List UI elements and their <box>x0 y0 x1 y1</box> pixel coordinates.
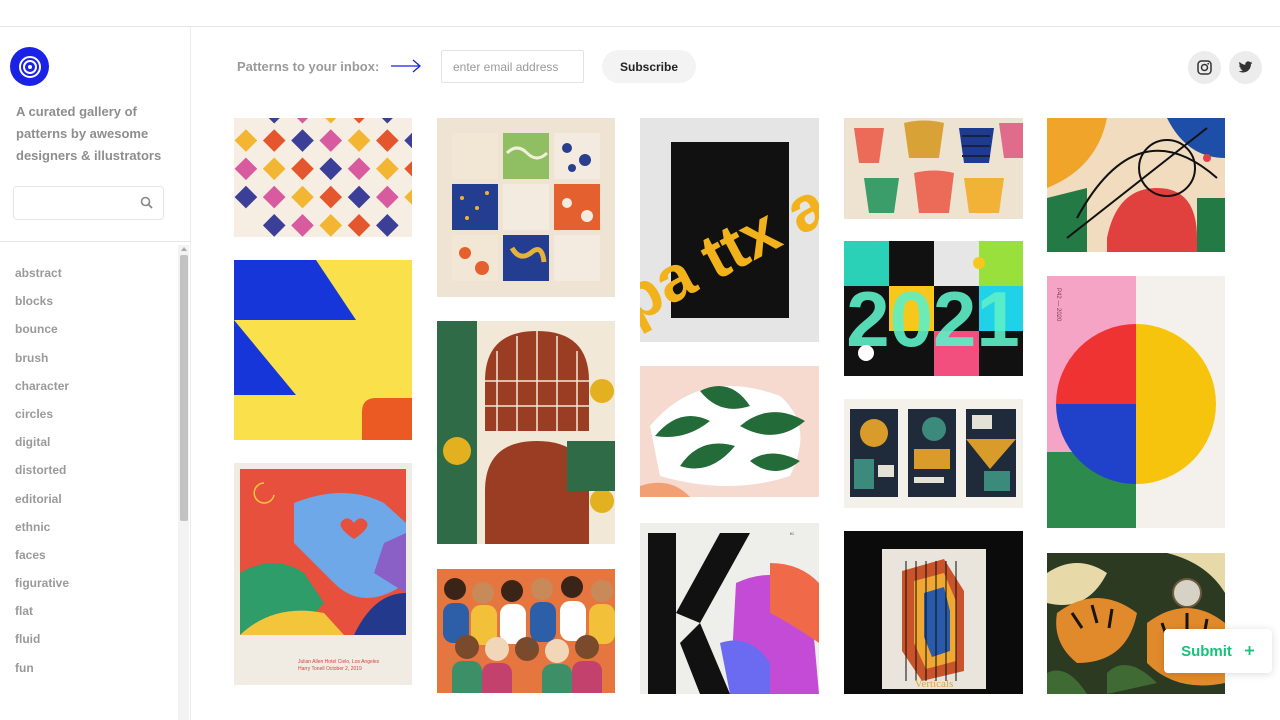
scrollbar-thumb[interactable] <box>180 255 188 521</box>
tag-circles[interactable]: circles <box>15 407 69 435</box>
poster-k-label: Kl <box>790 531 794 536</box>
logo[interactable] <box>10 47 49 86</box>
search-icon[interactable] <box>140 196 153 214</box>
search-input[interactable] <box>22 193 132 213</box>
spiral-icon <box>18 55 41 78</box>
email-field[interactable] <box>441 50 584 83</box>
tag-bounce[interactable]: bounce <box>15 322 69 350</box>
submit-button[interactable]: Submit <box>1164 629 1272 673</box>
tag-abstract[interactable]: abstract <box>15 266 69 294</box>
tag-fun[interactable]: fun <box>15 661 69 689</box>
poster-tile-typography[interactable]: pa ttx ae <box>640 118 819 342</box>
poster-verticals-title: Verticals <box>915 678 953 690</box>
tag-digital[interactable]: digital <box>15 435 69 463</box>
poster-caption-right: Harry Tonell October 2, 2019 <box>298 666 362 672</box>
pattern-tile-yellow-blue[interactable] <box>234 260 412 440</box>
instagram-icon[interactable] <box>1188 51 1221 84</box>
poster-tile-k[interactable]: Kl <box>640 523 819 694</box>
tag-distorted[interactable]: distorted <box>15 463 69 491</box>
tag-faces[interactable]: faces <box>15 548 69 576</box>
tag-character[interactable]: character <box>15 379 69 407</box>
tag-flat[interactable]: flat <box>15 604 69 632</box>
pattern-tile-arches[interactable] <box>437 321 615 544</box>
scroll-up-arrow-icon[interactable] <box>181 247 187 251</box>
pattern-tile-geometric-blocks[interactable] <box>844 399 1023 508</box>
pattern-tile-diamonds[interactable] <box>234 118 412 237</box>
poster-tile-2021[interactable]: 2021 <box>844 241 1023 376</box>
arrow-right-icon <box>390 58 422 79</box>
illustration-tile-crowd[interactable] <box>437 569 615 693</box>
subscribe-button[interactable]: Subscribe <box>602 50 696 83</box>
top-bar <box>0 0 1280 27</box>
pattern-tile-swatches[interactable] <box>437 118 615 297</box>
submit-label: Submit <box>1181 642 1232 660</box>
pattern-tile-leaves[interactable] <box>640 366 819 497</box>
tag-blocks[interactable]: blocks <box>15 294 69 322</box>
pattern-tile-pots[interactable] <box>844 118 1023 219</box>
site-tagline: A curated gallery of patterns by awesome… <box>16 104 162 163</box>
tag-list: abstract blocks bounce brush character c… <box>15 266 69 689</box>
twitter-icon[interactable] <box>1229 51 1262 84</box>
poster-caption-left: Julian Allen Hotel Cielo, Los Angeles <box>298 659 380 665</box>
poster-tile-verticals[interactable]: Verticals <box>844 531 1023 694</box>
tag-editorial[interactable]: editorial <box>15 492 69 520</box>
poster-side-label: P42 — 2020 <box>1055 288 1061 322</box>
sidebar-divider <box>0 241 190 242</box>
tag-brush[interactable]: brush <box>15 351 69 379</box>
sidebar: A curated gallery of patterns by awesome… <box>0 27 191 720</box>
sidebar-search[interactable] <box>13 186 164 220</box>
tag-ethnic[interactable]: ethnic <box>15 520 69 548</box>
tag-fluid[interactable]: fluid <box>15 632 69 660</box>
poster-tile-heart[interactable]: Julian Allen Hotel Cielo, Los Angeles Ha… <box>234 463 412 685</box>
tag-figurative[interactable]: figurative <box>15 576 69 604</box>
newsletter-label: Patterns to your inbox: <box>237 59 380 74</box>
plus-icon <box>1244 643 1255 660</box>
poster-tile-circles[interactable]: P42 — 2020 <box>1047 276 1225 528</box>
pattern-tile-abstract-shapes[interactable] <box>1047 118 1225 252</box>
